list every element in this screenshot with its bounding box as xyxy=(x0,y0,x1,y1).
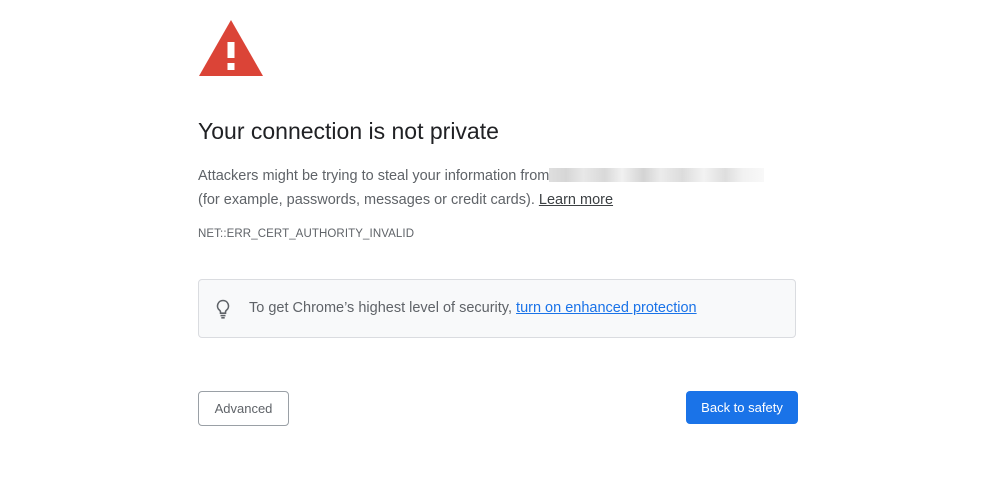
page-title: Your connection is not private xyxy=(198,118,499,144)
warning-triangle-icon xyxy=(199,20,263,76)
redacted-hostname xyxy=(549,168,765,182)
promo-text-row: To get Chrome’s highest level of securit… xyxy=(249,300,697,316)
advanced-button[interactable]: Advanced xyxy=(198,391,289,426)
learn-more-link[interactable]: Learn more xyxy=(539,192,613,208)
enhanced-protection-promo: To get Chrome’s highest level of securit… xyxy=(198,279,796,338)
back-to-safety-button[interactable]: Back to safety xyxy=(686,391,798,424)
warning-description: Attackers might be trying to steal your … xyxy=(198,164,798,212)
description-suffix: (for example, passwords, messages or cre… xyxy=(198,192,535,208)
description-prefix: Attackers might be trying to steal your … xyxy=(198,168,550,184)
error-code: NET::ERR_CERT_AUTHORITY_INVALID xyxy=(198,228,415,240)
promo-text: To get Chrome’s highest level of securit… xyxy=(249,300,513,316)
enhanced-protection-link[interactable]: turn on enhanced protection xyxy=(516,300,697,316)
lightbulb-icon xyxy=(216,299,230,319)
